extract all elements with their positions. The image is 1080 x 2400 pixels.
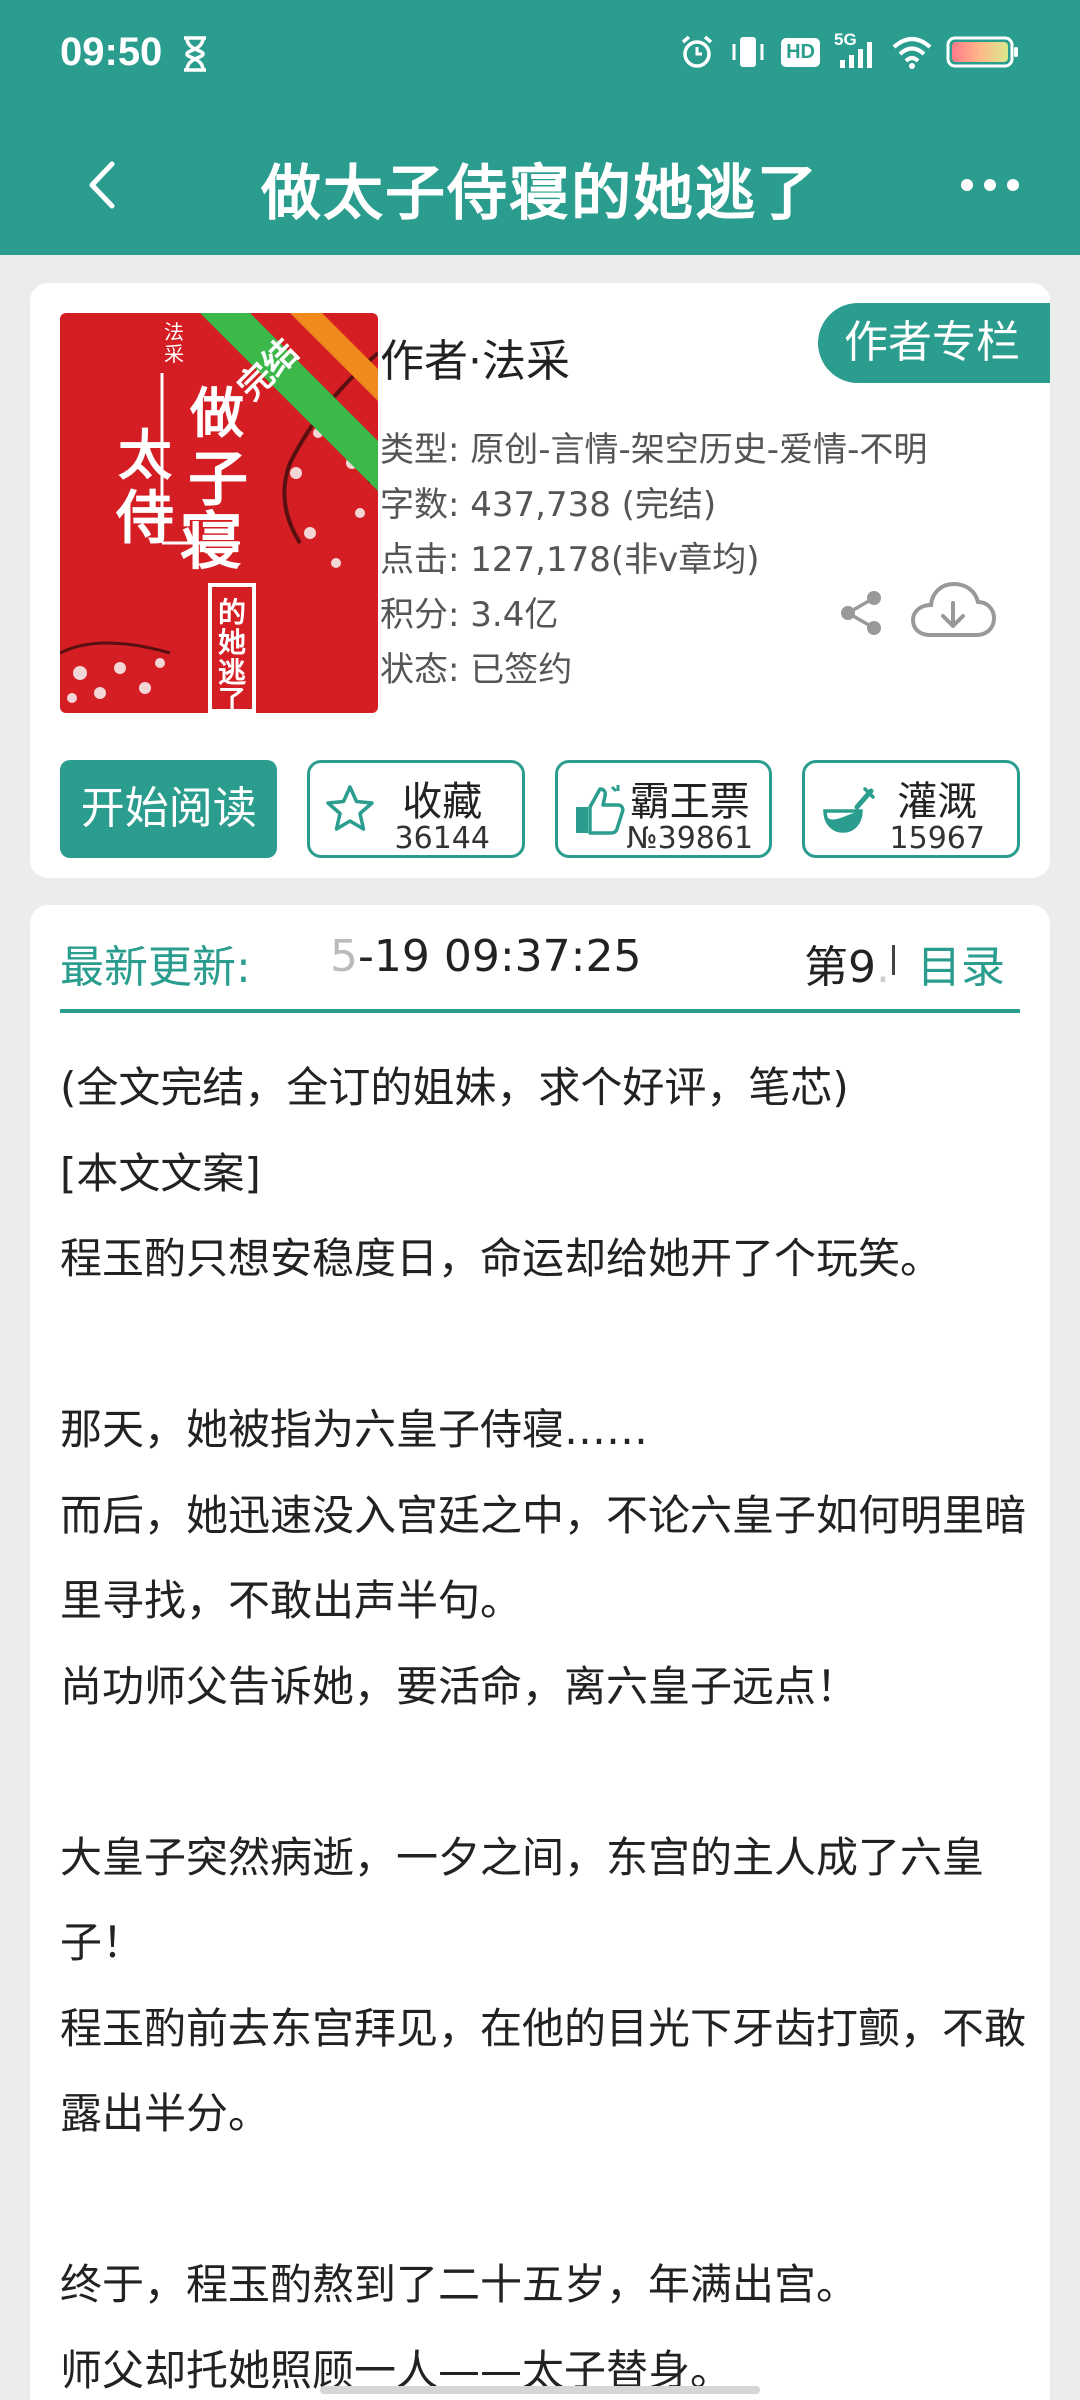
more-icon[interactable] [955,165,1025,205]
book-info-card: 法采 完结 做 太 子 侍 寝 的 她 逃 了 作者专栏 作者·法采 类型: 原… [30,283,1050,878]
latest-update-bar[interactable]: 最新更新: 5-19 09:37:25 第9. 目录 [60,905,1020,1013]
genre-text: 类型: 原创-言情-架空历史-爱情-不明 [380,430,928,470]
synopsis-line: 大皇子突然病逝，一夕之间，东宫的主人成了六皇子！ [60,1832,985,1968]
author-name[interactable]: 作者·法采 [380,325,570,389]
alarm-icon [681,35,713,68]
cover-subtitle-char: 了 [218,684,247,713]
download-icon[interactable] [910,581,996,643]
hourglass-icon [184,36,206,72]
synopsis-line [60,2157,1040,2243]
synopsis-line: 那天，她被指为六皇子侍寝…… [60,1405,649,1454]
signal-icon: 5G [834,30,878,70]
latest-update-label: 最新更新: [60,942,251,993]
water-button[interactable]: 灌溉 15967 [802,760,1020,858]
synopsis-line [60,1302,1040,1388]
latest-update-time: 5-19 09:37:25 [330,931,642,982]
page-title: 做太子侍寝的她逃了 [261,159,819,229]
author-column-button[interactable]: 作者专栏 [818,303,1050,383]
synopsis-card: 最新更新: 5-19 09:37:25 第9. 目录 (全文完结，全订的姐妹，求… [30,905,1050,2400]
home-indicator[interactable] [320,2386,760,2394]
star-icon [326,785,375,831]
divider [892,945,895,975]
clicks-text: 点击: 127,178(非v章均) [380,540,760,580]
start-reading-button[interactable]: 开始阅读 [60,760,278,858]
table-of-contents-link[interactable]: 目录 [917,931,1005,995]
synopsis-line: 终于，程玉酌熬到了二十五岁，年满出宫。 [60,2260,859,2309]
status-icons: HD 5G [679,30,1020,70]
status-bar: 09:50 HD 5G [0,0,1080,115]
synopsis-text: (全文完结，全订的姐妹，求个好评，笔芯) [本文文案] 程玉酌只想安稳度日，命运… [60,1045,1040,2400]
share-icon[interactable] [836,588,886,638]
battery-icon [946,36,1018,68]
synopsis-line: 尚功师父告诉她，要活命，离六皇子远点！ [60,1661,859,1711]
latest-chapter: 第9. [804,942,890,993]
cover-author-tag: 法采 [164,320,184,366]
synopsis-line: 而后，她迅速没入宫廷之中，不论六皇子如何明里暗里寻找，不敢出声半句。 [60,1490,1027,1626]
synopsis-line: 程玉酌前去东宫拜见，在他的目光下牙齿打颤，不敢露出半分。 [60,2003,1027,2139]
book-cover[interactable]: 法采 完结 做 太 子 侍 寝 的 她 逃 了 [60,313,378,713]
ticket-count: №39861 [626,821,754,856]
favorite-count: 36144 [394,821,490,856]
synopsis-line [60,1729,1040,1815]
ticket-label: 霸王票 [629,779,750,825]
ticket-button[interactable]: 霸王票 №39861 [554,760,773,858]
app-header: 做太子侍寝的她逃了 [0,115,1080,255]
synopsis-line: (全文完结，全订的姐妹，求个好评，笔芯) [60,1063,849,1112]
word-count-text: 字数: 437,738 (完结) [380,485,717,525]
vibrate-icon [732,37,764,67]
book-meta: 类型: 原创-言情-架空历史-爱情-不明 字数: 437,738 (完结) 点击… [380,423,927,698]
synopsis-line: [本文文案] [60,1148,261,1198]
status-time: 09:50 [60,30,163,74]
hd-icon: HD [781,37,820,67]
favorite-button[interactable]: 收藏 36144 [307,760,525,858]
action-row: 开始阅读 收藏 36144 霸王票 №39861 灌溉 15967 [60,760,1020,858]
water-label: 灌溉 [897,779,978,825]
synopsis-line: 程玉酌只想安稳度日，命运却给她开了个玩笑。 [60,1234,943,1283]
wifi-icon [892,37,932,69]
cover-title-char: 侍 [116,484,175,552]
favorite-label: 收藏 [402,779,483,825]
water-count: 15967 [889,821,985,856]
cover-title-char: 寝 [180,505,243,578]
status-text: 状态: 已签约 [380,650,573,690]
